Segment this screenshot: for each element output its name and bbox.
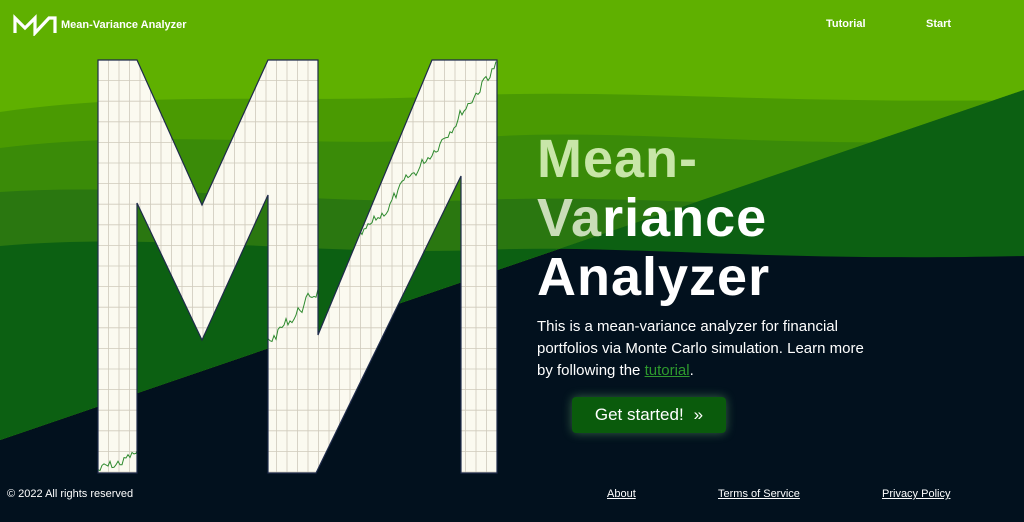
tutorial-link[interactable]: tutorial (645, 362, 690, 379)
hero-title-line3: Analyzer (537, 247, 771, 307)
nav-start-link[interactable]: Start (926, 18, 951, 30)
app-title: Mean-Variance Analyzer (61, 19, 187, 31)
hero-title-line1: Mean- (537, 129, 699, 189)
hero-title-line2: Variance (537, 189, 770, 248)
hero-description: This is a mean-variance analyzer for fin… (537, 316, 872, 382)
double-chevron-right-icon: » (693, 405, 704, 424)
footer-terms-link[interactable]: Terms of Service (718, 488, 800, 500)
nav-tutorial-link[interactable]: Tutorial (826, 18, 866, 30)
hero-desc-end: . (689, 362, 694, 379)
hero-title-line2-a: Va (537, 188, 603, 248)
hero-title: Mean- Variance Analyzer (537, 130, 770, 307)
get-started-label: Get started! (594, 405, 684, 424)
hero-title-line2-b: riance (602, 188, 768, 248)
footer-about-link[interactable]: About (607, 488, 636, 500)
copyright-text: © 2022 All rights reserved (7, 488, 134, 500)
footer-privacy-link[interactable]: Privacy Policy (882, 488, 950, 500)
logo-link[interactable]: Mean-Variance Analyzer (12, 14, 187, 36)
hero-desc-text: This is a mean-variance analyzer for fin… (537, 318, 864, 379)
logo-icon (13, 14, 57, 36)
hero-background (0, 0, 1024, 522)
get-started-button[interactable]: Get started! » (572, 397, 726, 433)
